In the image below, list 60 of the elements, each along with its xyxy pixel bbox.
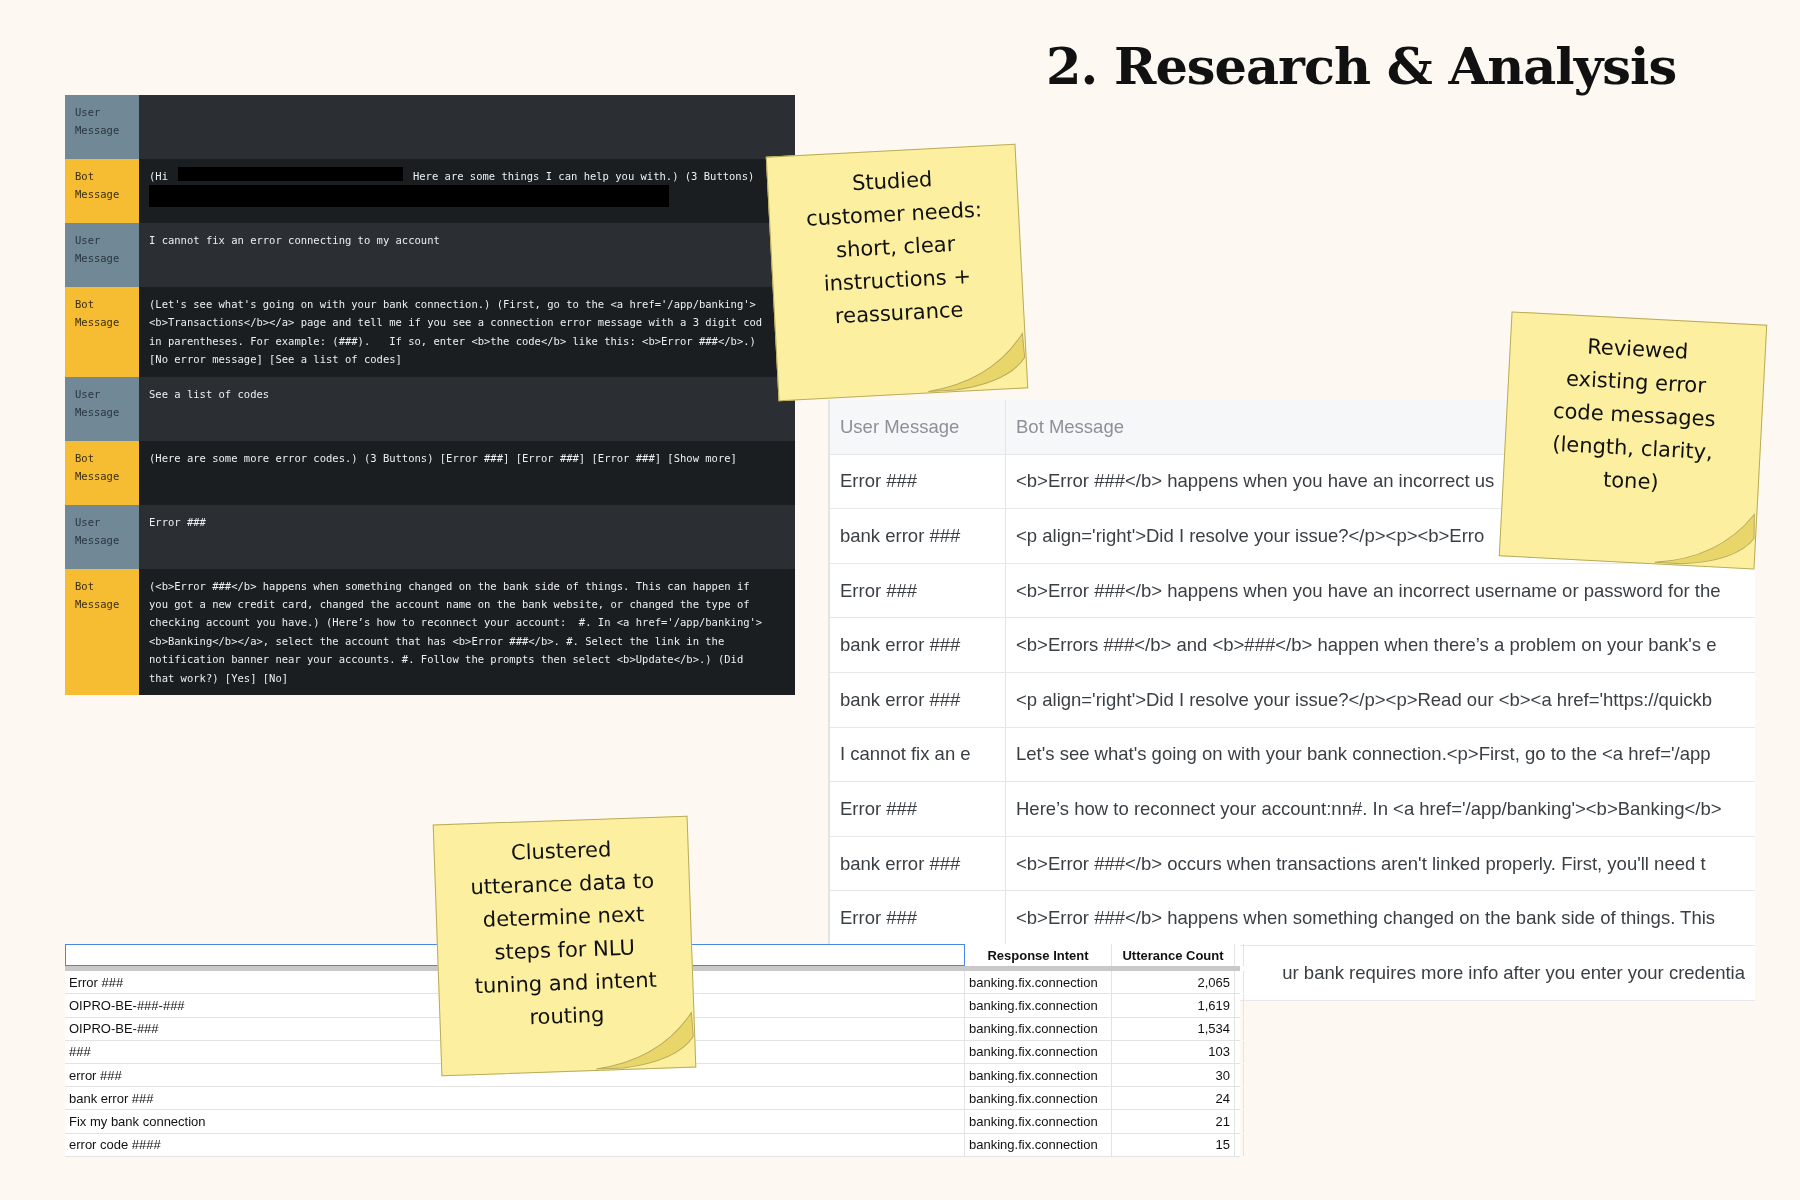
table-cell: 24 [1112, 1087, 1235, 1110]
role-label: Bot Message [65, 568, 139, 696]
role-label: Bot Message [65, 287, 139, 377]
message-text: Error ### [149, 514, 207, 530]
message-text: (<b>Error ###</b> happens when something changed on the bank side of things. This can happen if you got a new credit card, changed the account name on the bank website, or changed the type of checking account you have.) (Here’s how to reconnect your account: #. In <a href='/app/banking'> <b>Banking</b></a>, select the account that has <b>Error ###</b>. #. Select the link in the notification banner near your accounts. #. Follow the prompts then select <b>Update</b>.) (Did that work?) [Yes] [No] [149, 578, 764, 686]
table-cell: I cannot fix an e [830, 727, 1006, 782]
table-cell: bank error ### [830, 836, 1006, 891]
table-cell-text: ur bank requires more info after you enter your credentia [1281, 960, 1746, 985]
column-header: User Message [830, 400, 1006, 454]
column-header: Bot Message [1015, 414, 1125, 439]
message-text: (Hi [149, 169, 168, 184]
slide-title: 2. Research & Analysis [1046, 36, 1677, 96]
table-cell: banking.fix.connection [965, 1133, 1112, 1156]
table-cell: bank error ### [65, 1087, 965, 1110]
table-cell: bank error ### [830, 618, 1006, 672]
table-cell: 1,534 [1112, 1017, 1235, 1040]
role-label: User Message [65, 223, 139, 287]
column-header: Response Intent [965, 944, 1112, 967]
table-cell-text: <p align='right'>Did I resolve your issue?</p><p><b>Erro [1015, 524, 1486, 548]
table-cell-text: Let's see what's going on with your bank connection.<p>First, go to the <a href='/app [1015, 742, 1712, 767]
table-cell-text: Here’s how to reconnect your account:nn#. In <a href='/app/banking'><b>Banking</b> [1015, 796, 1723, 821]
table-cell: Error ### [830, 454, 1006, 509]
message-text: I cannot fix an error connecting to my account [149, 233, 441, 248]
table-cell: banking.fix.connection [965, 1110, 1112, 1133]
table-cell: banking.fix.connection [965, 1087, 1112, 1110]
message-text: (Here are some more error codes.) (3 Buttons) [Error ###] [Error ###] [Error ###] [Show more] [149, 450, 738, 466]
column-header: Utterance Count [1112, 944, 1235, 967]
table-cell: Error ### [830, 563, 1006, 618]
table-cell: 1,619 [1112, 994, 1235, 1017]
table-cell: 30 [1112, 1063, 1235, 1087]
table-cell: bank error ### [830, 672, 1006, 727]
role-label: Bot Message [65, 159, 139, 223]
role-label: User Message [65, 504, 139, 569]
table-cell: 21 [1112, 1110, 1235, 1133]
table-cell: banking.fix.connection [965, 994, 1112, 1017]
message-text: (Let's see what's going on with your bank connection.) (First, go to the <a href='/app/banking'> <b>Transactions</b></a> page and tell me if you see a connection error message with a 3 digit cod in parentheses. For example: (###). If so, enter <b>the code</b> like this: <b>Error ###</b>.) [No error message] [See a list of codes] [149, 297, 764, 368]
table-cell: bank error ### [830, 509, 1006, 563]
message-text: See a list of codes [149, 386, 271, 402]
table-cell: error code #### [65, 1133, 965, 1156]
role-label: User Message [65, 95, 139, 159]
table-cell-text: <p align='right'>Did I resolve your issue?</p><p>Read our <b><a href='https://quickb [1015, 687, 1714, 712]
table-cell: banking.fix.connection [965, 1017, 1112, 1040]
role-label: Bot Message [65, 440, 139, 505]
table-cell: Fix my bank connection [65, 1110, 965, 1133]
table-cell-text: <b>Error ###</b> occurs when transactions aren't linked properly. First, you'll need t [1015, 851, 1707, 876]
message-text: Here are some things I can help you with.) (3 Buttons) [412, 169, 755, 184]
table-cell-text: <b>Error ###</b> happens when something changed on the bank side of things. This [1015, 906, 1717, 931]
table-cell-text: <b>Errors ###</b> and <b>###</b> happen when there’s a problem on your bank's e [1015, 633, 1718, 658]
note-text: Reviewed existing error code messages (length, clarity, tone) [1550, 333, 1718, 497]
table-cell: 2,065 [1112, 971, 1235, 994]
table-cell: 15 [1112, 1133, 1235, 1156]
table-cell-text: <b>Error ###</b> happens when you have an incorrect username or password for the [1015, 578, 1722, 603]
table-cell: banking.fix.connection [965, 971, 1112, 994]
table-cell: banking.fix.connection [965, 1063, 1112, 1087]
table-cell: Error ### [830, 782, 1006, 836]
table-cell-text: <b>Error ###</b> happens when you have an incorrect us [1015, 469, 1496, 494]
table-cell: banking.fix.connection [965, 1040, 1112, 1063]
role-label: User Message [65, 376, 139, 441]
table-cell: 103 [1112, 1040, 1235, 1063]
note-text: Studied customer needs: short, clear instructions + reassurance [804, 166, 984, 331]
